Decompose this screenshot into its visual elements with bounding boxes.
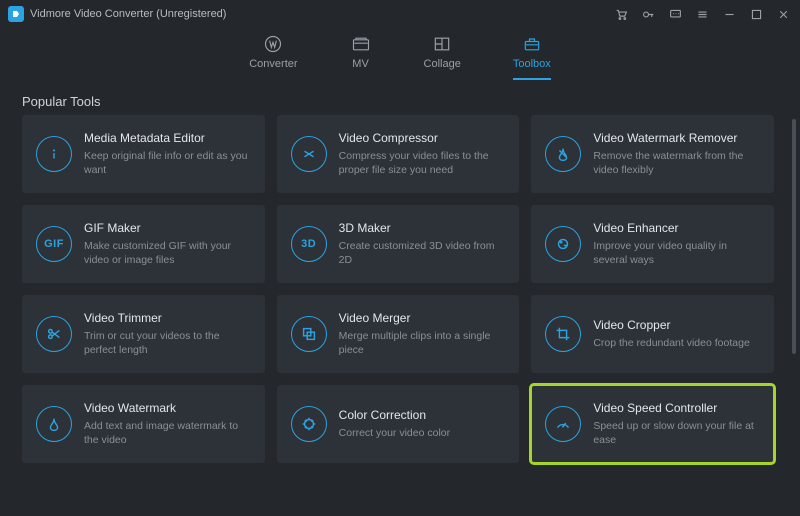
merger-icon: [291, 316, 327, 352]
feedback-icon[interactable]: [669, 8, 682, 21]
menu-icon[interactable]: [696, 8, 709, 21]
card-desc: Trim or cut your videos to the perfect l…: [84, 329, 253, 357]
key-icon[interactable]: [642, 8, 655, 21]
card-video-cropper[interactable]: Video Cropper Crop the redundant video f…: [531, 295, 774, 373]
card-title: 3D Maker: [339, 221, 508, 235]
card-desc: Add text and image watermark to the vide…: [84, 419, 253, 447]
scrollbar[interactable]: [792, 119, 796, 511]
card-desc: Create customized 3D video from 2D: [339, 239, 508, 267]
card-title: Video Merger: [339, 311, 508, 325]
close-icon[interactable]: [777, 8, 790, 21]
card-gif-maker[interactable]: GIF GIF Maker Make customized GIF with y…: [22, 205, 265, 283]
cart-icon[interactable]: [615, 8, 628, 21]
titlebar: Vidmore Video Converter (Unregistered): [0, 0, 800, 28]
minimize-icon[interactable]: [723, 8, 736, 21]
nav-converter[interactable]: Converter: [249, 34, 297, 80]
card-desc: Keep original file info or edit as you w…: [84, 149, 253, 177]
card-desc: Make customized GIF with your video or i…: [84, 239, 253, 267]
nav-toolbox[interactable]: Toolbox: [513, 34, 551, 80]
card-video-watermark[interactable]: Video Watermark Add text and image water…: [22, 385, 265, 463]
color-icon: [291, 406, 327, 442]
app-title: Vidmore Video Converter (Unregistered): [30, 8, 226, 20]
info-icon: [36, 136, 72, 172]
card-desc: Merge multiple clips into a single piece: [339, 329, 508, 357]
card-title: GIF Maker: [84, 221, 253, 235]
nav-label: Converter: [249, 58, 297, 70]
card-desc: Crop the redundant video footage: [593, 336, 749, 350]
compress-icon: [291, 136, 327, 172]
card-desc: Correct your video color: [339, 426, 450, 440]
card-video-watermark-remover[interactable]: Video Watermark Remover Remove the water…: [531, 115, 774, 193]
card-video-speed-controller[interactable]: Video Speed Controller Speed up or slow …: [531, 385, 774, 463]
card-title: Video Trimmer: [84, 311, 253, 325]
scissors-icon: [36, 316, 72, 352]
watermark-remove-icon: [545, 136, 581, 172]
titlebar-controls: [615, 8, 790, 21]
card-desc: Compress your video files to the proper …: [339, 149, 508, 177]
gif-icon: GIF: [36, 226, 72, 262]
threed-icon: 3D: [291, 226, 327, 262]
nav-label: MV: [352, 58, 369, 70]
speed-icon: [545, 406, 581, 442]
card-desc: Improve your video quality in several wa…: [593, 239, 762, 267]
card-3d-maker[interactable]: 3D 3D Maker Create customized 3D video f…: [277, 205, 520, 283]
card-title: Video Speed Controller: [593, 401, 762, 415]
crop-icon: [545, 316, 581, 352]
main-nav: Converter MV Collage Toolbox: [0, 28, 800, 80]
card-title: Video Enhancer: [593, 221, 762, 235]
nav-mv[interactable]: MV: [350, 34, 372, 80]
card-media-metadata-editor[interactable]: Media Metadata Editor Keep original file…: [22, 115, 265, 193]
scrollbar-thumb[interactable]: [792, 119, 796, 354]
card-title: Video Watermark: [84, 401, 253, 415]
card-title: Media Metadata Editor: [84, 131, 253, 145]
nav-label: Collage: [424, 58, 461, 70]
enhancer-icon: [545, 226, 581, 262]
maximize-icon[interactable]: [750, 8, 763, 21]
card-desc: Remove the watermark from the video flex…: [593, 149, 762, 177]
card-video-compressor[interactable]: Video Compressor Compress your video fil…: [277, 115, 520, 193]
nav-label: Toolbox: [513, 58, 551, 70]
card-video-enhancer[interactable]: Video Enhancer Improve your video qualit…: [531, 205, 774, 283]
card-title: Color Correction: [339, 408, 450, 422]
card-video-merger[interactable]: Video Merger Merge multiple clips into a…: [277, 295, 520, 373]
app-logo-icon: [8, 6, 24, 22]
card-color-correction[interactable]: Color Correction Correct your video colo…: [277, 385, 520, 463]
section-title: Popular Tools: [0, 80, 800, 115]
card-desc: Speed up or slow down your file at ease: [593, 419, 762, 447]
watermark-icon: [36, 406, 72, 442]
tools-grid: Media Metadata Editor Keep original file…: [22, 115, 786, 463]
card-title: Video Compressor: [339, 131, 508, 145]
card-title: Video Cropper: [593, 318, 749, 332]
card-video-trimmer[interactable]: Video Trimmer Trim or cut your videos to…: [22, 295, 265, 373]
card-title: Video Watermark Remover: [593, 131, 762, 145]
nav-collage[interactable]: Collage: [424, 34, 461, 80]
